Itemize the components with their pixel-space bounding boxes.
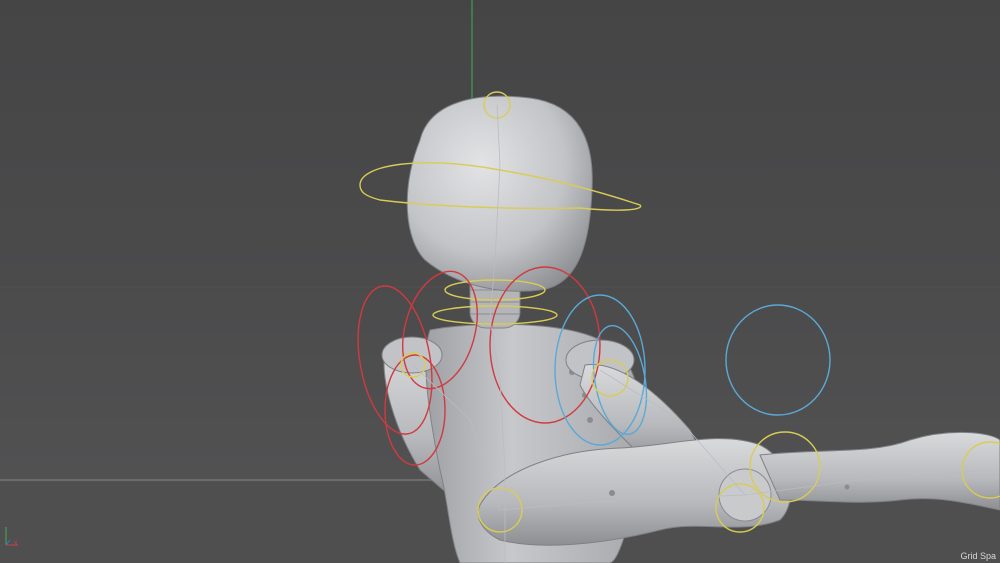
forearm-rivet [609, 490, 615, 496]
arm-rivet [844, 484, 850, 490]
grid-spacing-status: Grid Spa [960, 551, 996, 561]
head[interactable] [406, 95, 593, 292]
axis-x-label: x [14, 540, 18, 547]
torso-rivet [587, 417, 593, 423]
3d-viewport[interactable]: x Grid Spa [0, 0, 1000, 563]
viewport-scene[interactable] [0, 0, 1000, 563]
